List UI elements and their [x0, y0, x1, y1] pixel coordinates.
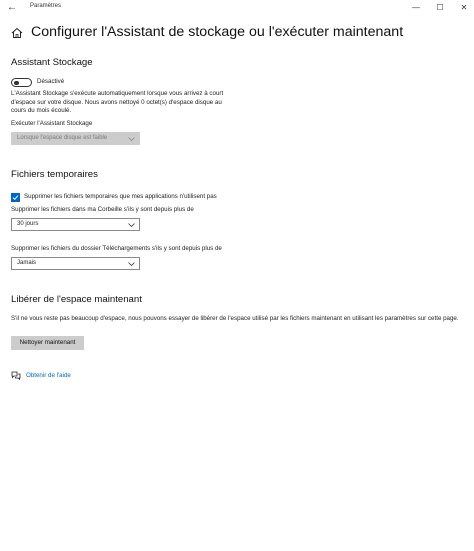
delete-temp-files-checkbox[interactable]: [11, 193, 20, 202]
storage-sense-heading: Assistant Stockage: [11, 57, 93, 68]
get-help-link[interactable]: Obtenir de l'aide: [26, 372, 71, 379]
storage-sense-toggle[interactable]: [11, 78, 32, 87]
run-storage-sense-select: Lorsque l'espace disque est faible: [11, 132, 140, 145]
toggle-knob: [14, 80, 19, 85]
title-bar: ← Paramètres — ☐ ✕: [0, 0, 474, 16]
maximize-button[interactable]: ☐: [428, 0, 452, 16]
toggle-state-label: Désactivé: [37, 78, 65, 85]
chevron-down-icon: [128, 137, 135, 141]
free-space-heading: Libérer de l'espace maintenant: [11, 294, 142, 305]
recycle-bin-select[interactable]: 30 jours: [11, 218, 140, 231]
page-title: Configurer l'Assistant de stockage ou l'…: [31, 24, 404, 40]
downloads-label: Supprimer les fichiers du dossier Téléch…: [11, 245, 222, 252]
recycle-bin-value: 30 jours: [17, 221, 39, 227]
free-space-description: S'il ne vous reste pas beaucoup d'espace…: [11, 315, 459, 322]
window-title: Paramètres: [30, 3, 62, 9]
close-button[interactable]: ✕: [452, 0, 474, 16]
recycle-bin-label: Supprimer les fichiers dans ma Corbeille…: [11, 206, 194, 213]
temp-files-heading: Fichiers temporaires: [11, 169, 98, 180]
downloads-value: Jamais: [17, 260, 37, 266]
back-button[interactable]: ←: [4, 1, 20, 15]
run-storage-sense-label: Exécuter l'Assistant Stockage: [11, 120, 93, 127]
downloads-select[interactable]: Jamais: [11, 257, 140, 270]
help-chat-icon: [11, 371, 21, 380]
chevron-down-icon: [128, 262, 135, 266]
storage-sense-description: L'Assistant Stockage s'exécute automatiq…: [11, 90, 224, 115]
home-icon[interactable]: [11, 27, 23, 39]
chevron-down-icon: [128, 223, 135, 227]
minimize-button[interactable]: —: [404, 0, 428, 16]
delete-temp-files-label: Supprimer les fichiers temporaires que m…: [24, 193, 217, 200]
checkmark-icon: [12, 195, 19, 201]
clean-now-button[interactable]: Nettoyer maintenant: [11, 336, 84, 350]
run-storage-sense-value: Lorsque l'espace disque est faible: [17, 135, 108, 141]
